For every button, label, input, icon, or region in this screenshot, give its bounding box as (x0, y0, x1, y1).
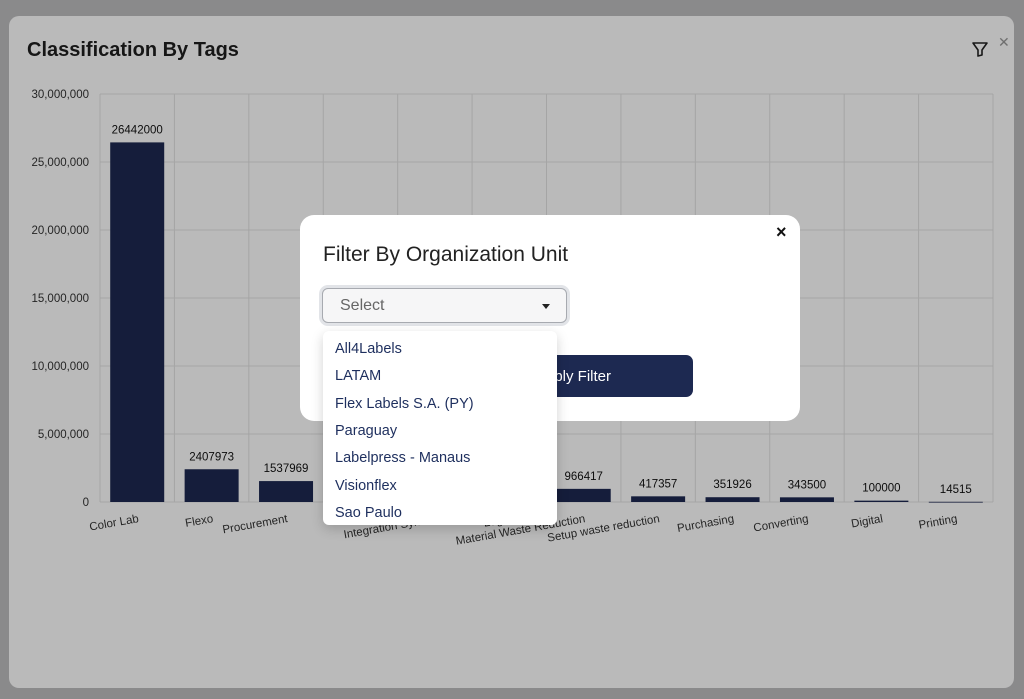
caret-down-icon (542, 304, 550, 309)
dropdown-option[interactable]: All4Labels (335, 341, 402, 357)
organization-unit-select[interactable]: Select (322, 288, 567, 323)
close-icon[interactable]: × (776, 223, 787, 241)
dropdown-option[interactable]: Flex Labels S.A. (PY) (335, 396, 474, 412)
organization-unit-dropdown: All4Labels LATAM Flex Labels S.A. (PY) P… (323, 331, 557, 525)
modal-title: Filter By Organization Unit (323, 243, 569, 266)
dropdown-option[interactable]: Visionflex (335, 478, 397, 494)
dropdown-option[interactable]: LATAM (335, 368, 381, 384)
dropdown-option[interactable]: Paraguay (335, 423, 397, 439)
dropdown-option[interactable]: Sao Paulo (335, 505, 402, 521)
select-placeholder: Select (340, 297, 385, 314)
dropdown-option[interactable]: Labelpress - Manaus (335, 450, 470, 466)
